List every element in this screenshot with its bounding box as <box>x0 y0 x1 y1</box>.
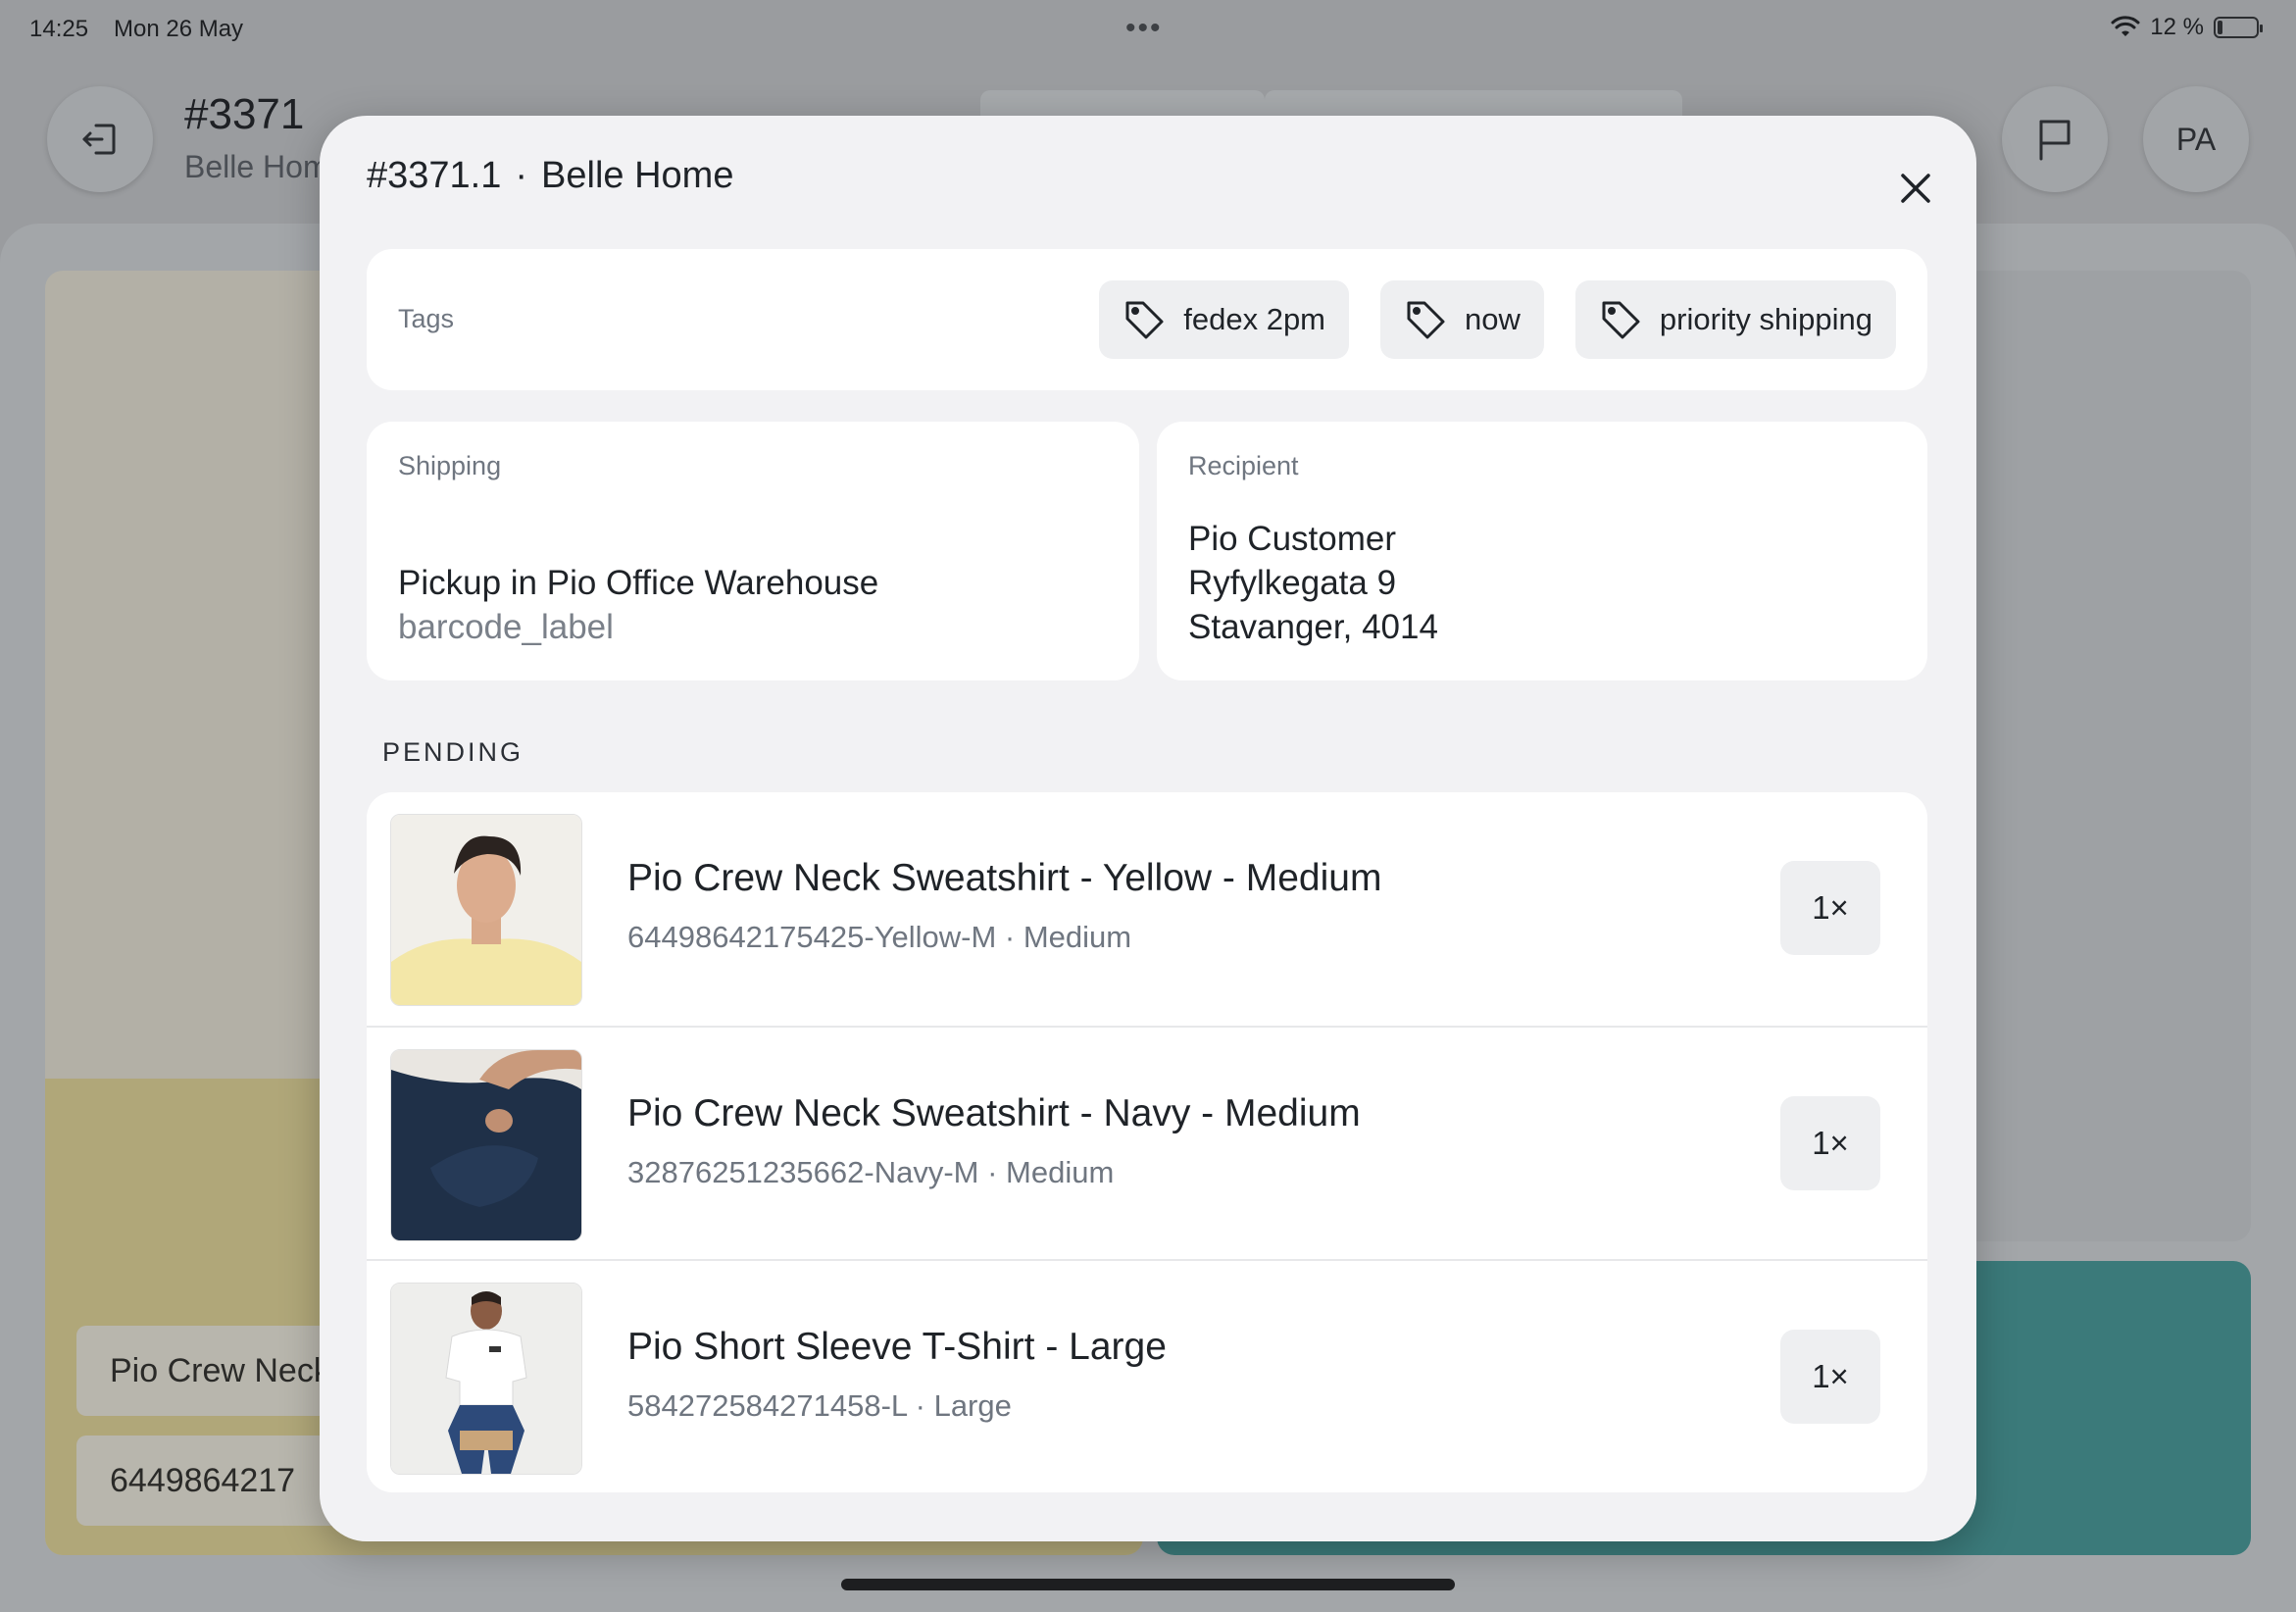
shipping-label: Shipping <box>398 451 502 480</box>
wifi-icon <box>2111 16 2140 36</box>
item-name: Pio Short Sleeve T-Shirt - Large <box>627 1326 1167 1368</box>
exit-button[interactable] <box>47 86 153 192</box>
tag-chip[interactable]: priority shipping <box>1574 280 1896 359</box>
modal-title-separator: · <box>515 155 528 196</box>
battery-icon <box>2214 17 2263 38</box>
home-indicator[interactable] <box>841 1579 1455 1590</box>
tag-icon <box>1602 301 1640 339</box>
tag-chip[interactable]: now <box>1380 280 1544 359</box>
tag-label: priority shipping <box>1659 302 1872 336</box>
item-name: Pio Crew Neck Sweatshirt - Yellow - Medi… <box>627 857 1382 899</box>
shipping-method: Pickup in Pio Office Warehouse <box>398 564 879 602</box>
modal-title-order: #3371.1 <box>367 155 502 196</box>
flag-icon <box>2039 120 2071 161</box>
list-item[interactable]: Pio Crew Neck Sweatshirt - Yellow - Medi… <box>367 792 1927 1026</box>
tag-icon <box>1125 301 1164 339</box>
modal-title: #3371.1 · Belle Home <box>367 155 733 197</box>
order-details-modal: #3371.1 · Belle Home Tags fedex 2pm now <box>320 116 1976 1541</box>
avatar-button[interactable]: PA <box>2143 86 2249 192</box>
recipient-city: Stavanger, 4014 <box>1188 608 1438 646</box>
status-indicators: 12 % <box>2111 14 2263 41</box>
tag-label: now <box>1465 302 1521 336</box>
quantity-badge[interactable]: 1× <box>1780 861 1880 955</box>
shipping-card: Shipping Pickup in Pio Office Warehouse … <box>367 422 1139 680</box>
multitasking-dots-icon[interactable]: ••• <box>1125 12 1163 45</box>
tag-icon <box>1407 301 1445 339</box>
shipping-label-type: barcode_label <box>398 608 614 646</box>
tags-label: Tags <box>398 304 455 333</box>
recipient-label: Recipient <box>1188 451 1299 480</box>
battery-percent: 12 % <box>2150 14 2204 40</box>
list-item[interactable]: Pio Short Sleeve T-Shirt - Large 5842725… <box>367 1259 1927 1492</box>
exit-icon <box>82 124 116 155</box>
quantity-badge[interactable]: 1× <box>1780 1330 1880 1424</box>
recipient-card: Recipient Pio Customer Ryfylkegata 9 Sta… <box>1157 422 1927 680</box>
flag-button[interactable] <box>2002 86 2108 192</box>
item-sku: 64498642175425-Yellow-M · Medium <box>627 920 1132 954</box>
order-number: #3371 <box>184 90 305 138</box>
tags-card: Tags fedex 2pm now priority shipping <box>367 249 1927 390</box>
status-bar: 14:25 Mon 26 May ••• 12 % <box>0 0 2296 57</box>
modal-title-store: Belle Home <box>541 155 734 196</box>
product-thumbnail <box>390 814 582 1006</box>
recipient-name: Pio Customer <box>1188 520 1397 558</box>
item-sku: 584272584271458-L · Large <box>627 1388 1012 1423</box>
pending-section-label: PENDING <box>382 737 524 767</box>
status-date: Mon 26 May <box>114 16 244 42</box>
item-sku: 32876251235662-Navy-M · Medium <box>627 1155 1115 1189</box>
status-time: 14:25 <box>29 16 89 42</box>
recipient-street: Ryfylkegata 9 <box>1188 564 1397 602</box>
product-thumbnail <box>390 1049 582 1241</box>
item-name: Pio Crew Neck Sweatshirt - Navy - Medium <box>627 1092 1361 1134</box>
tags-list: fedex 2pm now priority shipping <box>1099 280 1896 359</box>
close-icon <box>1901 174 1930 203</box>
quantity-badge[interactable]: 1× <box>1780 1096 1880 1190</box>
product-thumbnail <box>390 1283 582 1475</box>
order-store: Belle Hom <box>184 149 329 184</box>
tag-chip[interactable]: fedex 2pm <box>1099 280 1350 359</box>
tag-label: fedex 2pm <box>1183 302 1326 336</box>
list-item[interactable]: Pio Crew Neck Sweatshirt - Navy - Medium… <box>367 1026 1927 1259</box>
close-button[interactable] <box>1880 153 1951 224</box>
pending-items-list: Pio Crew Neck Sweatshirt - Yellow - Medi… <box>367 792 1927 1492</box>
